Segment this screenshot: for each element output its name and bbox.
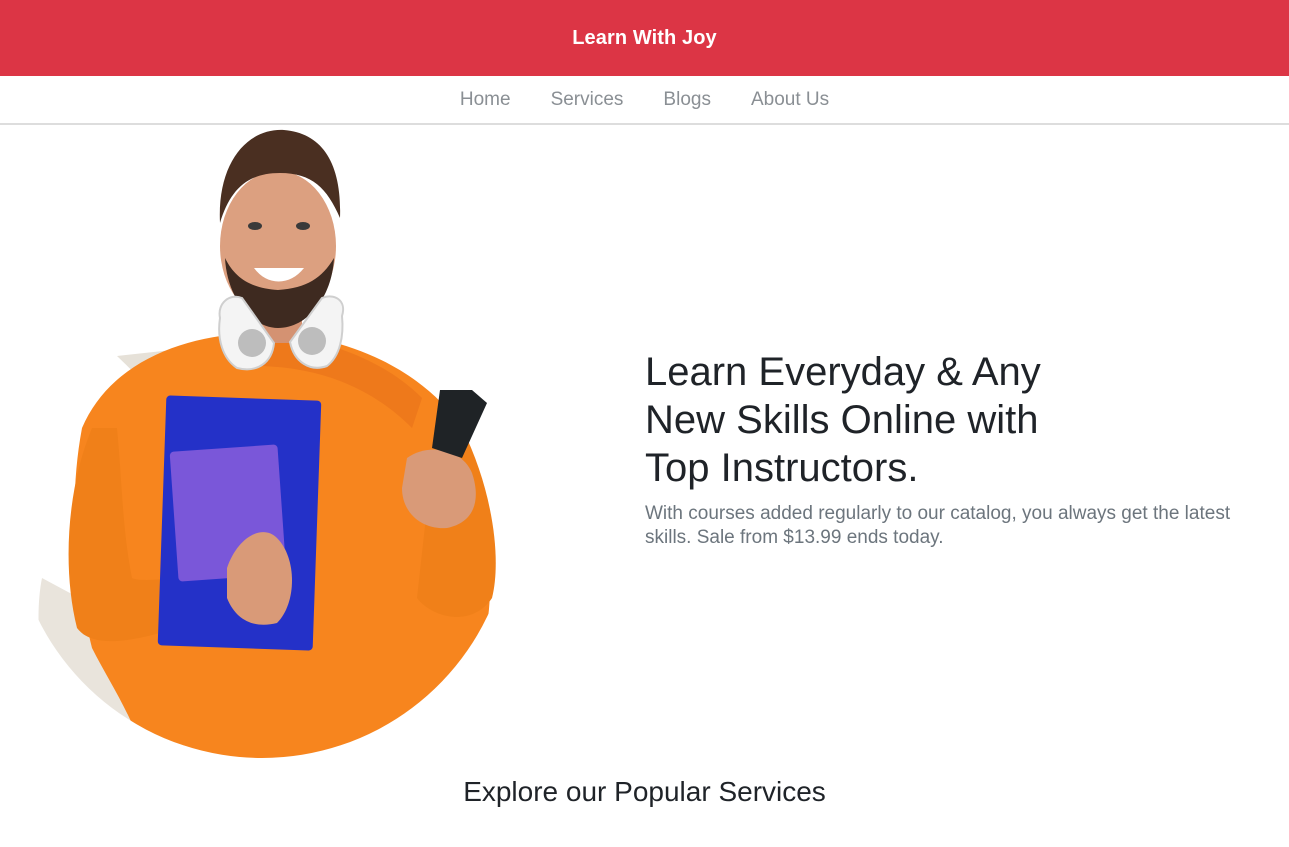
nav-about-us[interactable]: About Us	[751, 89, 829, 111]
nav-blogs[interactable]: Blogs	[663, 89, 711, 111]
hero-text-block: Learn Everyday & Any New Skills Online w…	[645, 348, 1255, 550]
main-nav: Home Services Blogs About Us	[0, 76, 1289, 125]
brand-title[interactable]: Learn With Joy	[572, 27, 717, 50]
top-header: Learn With Joy	[0, 0, 1289, 76]
nav-home[interactable]: Home	[460, 89, 511, 111]
hero-subtitle: With courses added regularly to our cata…	[645, 503, 1231, 548]
nav-services[interactable]: Services	[551, 89, 624, 111]
services-section-title: Explore our Popular Services	[463, 776, 826, 807]
hero-student-image	[38, 129, 496, 758]
hero-title: Learn Everyday & Any New Skills Online w…	[645, 350, 1041, 490]
